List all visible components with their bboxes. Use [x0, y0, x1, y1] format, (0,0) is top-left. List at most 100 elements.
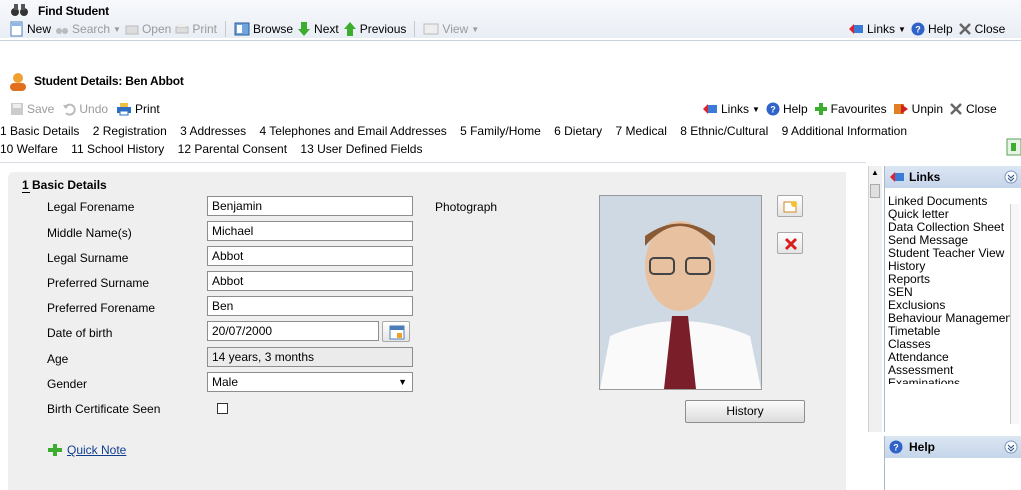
- help-sidebar: ? Help: [884, 436, 1021, 490]
- close-icon: [950, 103, 962, 115]
- scroll-thumb[interactable]: [870, 184, 880, 198]
- divider: [0, 40, 1021, 41]
- collapse-icon[interactable]: [1004, 440, 1018, 454]
- chevron-down-icon: ▼: [113, 24, 121, 34]
- tab-welfare[interactable]: 10 Welfare: [0, 142, 58, 156]
- close-button[interactable]: Close: [949, 102, 997, 116]
- save-button[interactable]: Save: [10, 102, 54, 116]
- unpin-icon: [893, 104, 908, 114]
- unpin-button[interactable]: Unpin: [893, 102, 943, 116]
- toolbar-divider: [225, 21, 227, 37]
- divider: [0, 162, 866, 163]
- link-examinations[interactable]: Examinations: [888, 377, 1021, 384]
- delete-icon: [784, 237, 798, 251]
- tab-family-home[interactable]: 5 Family/Home: [460, 124, 541, 138]
- tab-user-defined-fields[interactable]: 13 User Defined Fields: [300, 142, 422, 156]
- preferred-surname-label: Preferred Surname: [47, 276, 150, 290]
- links-list: Linked Documents Quick letter Data Colle…: [885, 188, 1021, 385]
- quick-note-label: Quick Note: [67, 443, 127, 457]
- tab-additional-information[interactable]: 9 Additional Information: [782, 124, 907, 138]
- previous-button[interactable]: Previous: [343, 21, 407, 37]
- delete-photo-button[interactable]: [777, 232, 803, 254]
- new-document-icon: [10, 21, 23, 37]
- links-button[interactable]: Links ▼: [702, 102, 760, 116]
- middle-name-field[interactable]: Michael: [207, 221, 413, 241]
- view-icon: [423, 23, 439, 35]
- tab-parental-consent[interactable]: 12 Parental Consent: [178, 142, 287, 156]
- chevron-down-icon: ▼: [471, 24, 480, 34]
- print-button[interactable]: Print: [116, 102, 160, 116]
- link-assessment[interactable]: Assessment: [888, 364, 1021, 377]
- arrow-down-icon: [298, 22, 311, 36]
- view-button[interactable]: View ▼: [423, 22, 479, 36]
- quick-note-link[interactable]: Quick Note: [47, 443, 126, 457]
- scroll-up-icon[interactable]: ▲: [871, 168, 879, 177]
- tab-ethnic-cultural[interactable]: 8 Ethnic/Cultural: [680, 124, 768, 138]
- help-sidebar-header[interactable]: ? Help: [885, 436, 1021, 458]
- search-label: Search: [72, 22, 111, 36]
- help-icon: ?: [889, 440, 903, 454]
- edit-photo-icon: [783, 201, 797, 213]
- panel-scrollbar[interactable]: ▲: [868, 166, 882, 432]
- new-label: New: [27, 22, 52, 36]
- legal-surname-label: Legal Surname: [47, 251, 129, 265]
- section-tabs-row-1: 1 Basic Details 2 Registration 3 Address…: [0, 124, 917, 138]
- tab-addresses[interactable]: 3 Addresses: [180, 124, 246, 138]
- browse-button[interactable]: Browse: [234, 21, 293, 37]
- help-icon: ?: [911, 22, 925, 36]
- favourites-label: Favourites: [830, 102, 887, 116]
- tab-medical[interactable]: 7 Medical: [616, 124, 667, 138]
- tab-telephones-email[interactable]: 4 Telephones and Email Addresses: [260, 124, 447, 138]
- svg-text:?: ?: [770, 105, 776, 115]
- date-of-birth-field[interactable]: 20/07/2000: [207, 321, 379, 341]
- edit-photo-button[interactable]: [777, 195, 803, 217]
- links-scrollbar[interactable]: [1010, 204, 1019, 424]
- birth-certificate-checkbox[interactable]: [217, 403, 228, 414]
- links-sidebar-header[interactable]: Links: [885, 166, 1021, 188]
- tab-basic-details[interactable]: 1 Basic Details: [0, 124, 79, 138]
- section-tabs-row-2: 10 Welfare 11 School History 12 Parental…: [0, 142, 432, 156]
- links-sidebar-title: Links: [909, 170, 941, 184]
- add-icon: [48, 444, 62, 456]
- calendar-button[interactable]: [382, 321, 410, 342]
- previous-label: Previous: [359, 22, 407, 36]
- legal-forename-field[interactable]: Benjamin: [207, 196, 413, 216]
- tab-registration[interactable]: 2 Registration: [93, 124, 167, 138]
- open-button[interactable]: Open: [125, 22, 171, 36]
- unpin-label: Unpin: [911, 102, 944, 116]
- tab-dietary[interactable]: 6 Dietary: [554, 124, 602, 138]
- links-button-main[interactable]: Links ▼: [848, 22, 906, 36]
- collapse-icon[interactable]: [1004, 170, 1018, 184]
- preferred-forename-label: Preferred Forename: [47, 301, 156, 315]
- new-button[interactable]: New: [10, 21, 51, 37]
- preferred-forename-field[interactable]: Ben: [207, 296, 413, 316]
- close-label: Close: [966, 102, 997, 116]
- print-button-main[interactable]: Print: [175, 22, 217, 36]
- undo-button[interactable]: Undo: [62, 102, 108, 116]
- add-favourite-icon: [814, 103, 827, 115]
- preferred-surname-field[interactable]: Abbot: [207, 271, 413, 291]
- tab-school-history[interactable]: 11 School History: [71, 142, 164, 156]
- help-label: Help: [782, 102, 808, 116]
- next-label: Next: [314, 22, 339, 36]
- window-title: Find Student: [38, 4, 109, 18]
- search-button[interactable]: Search ▼: [55, 22, 121, 36]
- binoculars-icon: [56, 28, 69, 34]
- gender-select[interactable]: Male ▼: [207, 372, 413, 392]
- close-button-main[interactable]: Close: [958, 22, 1005, 36]
- chevron-down-icon: ▼: [398, 377, 407, 387]
- history-button[interactable]: History: [685, 400, 805, 423]
- print-label: Print: [135, 102, 160, 116]
- expand-icon[interactable]: [1006, 138, 1021, 156]
- next-button[interactable]: Next: [297, 21, 339, 37]
- legal-surname-field[interactable]: Abbot: [207, 246, 413, 266]
- section-title: 1 Basic Details: [22, 178, 107, 192]
- details-toolbar: Save Undo Print: [10, 100, 160, 118]
- links-icon: [703, 104, 717, 114]
- browse-label: Browse: [253, 22, 294, 36]
- help-button[interactable]: ? Help: [766, 102, 808, 116]
- help-button-main[interactable]: ? Help: [911, 22, 953, 36]
- favourites-button[interactable]: Favourites: [814, 102, 887, 116]
- age-label: Age: [47, 352, 69, 366]
- student-icon: [10, 73, 26, 91]
